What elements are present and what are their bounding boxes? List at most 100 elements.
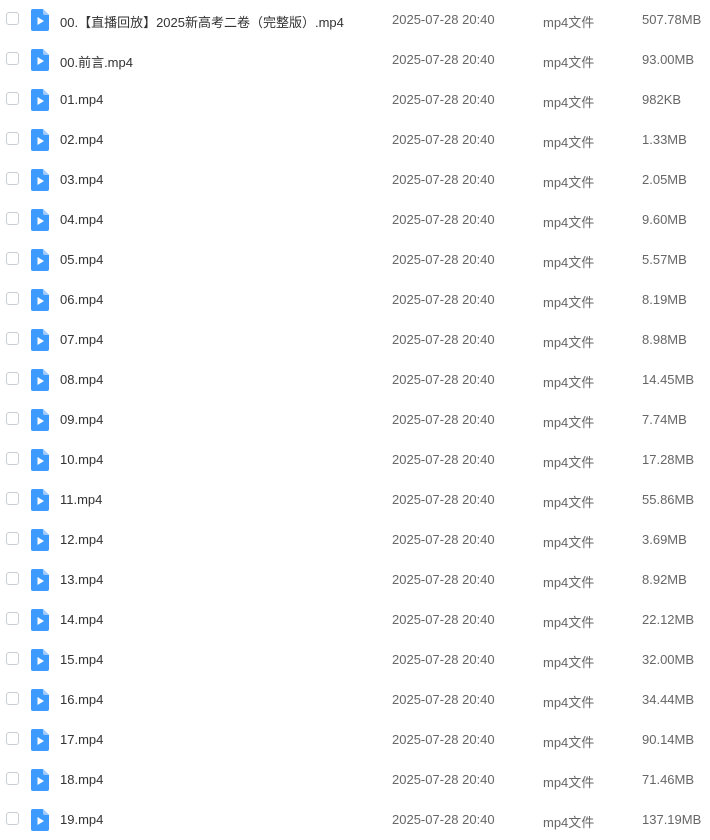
file-type: mp4文件 [543, 335, 595, 350]
file-name[interactable]: 02.mp4 [60, 132, 103, 147]
file-row[interactable]: 05.mp4 2025-07-28 20:40 mp4文件 5.57MB [0, 240, 710, 280]
file-type: mp4文件 [543, 375, 595, 390]
file-row[interactable]: 09.mp4 2025-07-28 20:40 mp4文件 7.74MB [0, 400, 710, 440]
row-checkbox[interactable] [6, 212, 19, 225]
file-name[interactable]: 00.前言.mp4 [60, 52, 133, 71]
file-row[interactable]: 03.mp4 2025-07-28 20:40 mp4文件 2.05MB [0, 160, 710, 200]
row-checkbox[interactable] [6, 52, 19, 65]
file-type: mp4文件 [543, 415, 595, 430]
file-row[interactable]: 16.mp4 2025-07-28 20:40 mp4文件 34.44MB [0, 680, 710, 720]
row-checkbox[interactable] [6, 92, 19, 105]
file-name[interactable]: 19.mp4 [60, 812, 103, 827]
row-checkbox[interactable] [6, 532, 19, 545]
row-checkbox[interactable] [6, 12, 19, 25]
file-row[interactable]: 19.mp4 2025-07-28 20:40 mp4文件 137.19MB [0, 800, 710, 840]
file-row[interactable]: 00.前言.mp4 2025-07-28 20:40 mp4文件 93.00MB [0, 40, 710, 80]
file-name[interactable]: 06.mp4 [60, 292, 103, 307]
file-size: 8.92MB [642, 572, 687, 587]
file-name[interactable]: 00.【直播回放】2025新高考二卷（完整版）.mp4 [60, 12, 344, 31]
row-checkbox[interactable] [6, 132, 19, 145]
file-row[interactable]: 15.mp4 2025-07-28 20:40 mp4文件 32.00MB [0, 640, 710, 680]
file-date: 2025-07-28 20:40 [392, 92, 495, 107]
video-file-icon [31, 769, 49, 791]
file-size: 8.98MB [642, 332, 687, 347]
file-row[interactable]: 00.【直播回放】2025新高考二卷（完整版）.mp4 2025-07-28 2… [0, 0, 710, 40]
file-date: 2025-07-28 20:40 [392, 412, 495, 427]
file-name[interactable]: 01.mp4 [60, 92, 103, 107]
file-row[interactable]: 10.mp4 2025-07-28 20:40 mp4文件 17.28MB [0, 440, 710, 480]
file-row[interactable]: 04.mp4 2025-07-28 20:40 mp4文件 9.60MB [0, 200, 710, 240]
file-name[interactable]: 12.mp4 [60, 532, 103, 547]
file-size: 55.86MB [642, 492, 695, 507]
file-size: 9.60MB [642, 212, 687, 227]
row-checkbox[interactable] [6, 172, 19, 185]
row-checkbox[interactable] [6, 372, 19, 385]
row-checkbox[interactable] [6, 772, 19, 785]
video-file-icon [31, 89, 49, 111]
file-name[interactable]: 07.mp4 [60, 332, 103, 347]
file-date: 2025-07-28 20:40 [392, 572, 495, 587]
video-file-icon [31, 209, 49, 231]
row-checkbox[interactable] [6, 452, 19, 465]
file-name[interactable]: 13.mp4 [60, 572, 103, 587]
file-date: 2025-07-28 20:40 [392, 132, 495, 147]
video-file-icon [31, 169, 49, 191]
file-name[interactable]: 10.mp4 [60, 452, 103, 467]
file-name[interactable]: 11.mp4 [60, 492, 102, 507]
video-file-icon [31, 289, 49, 311]
row-checkbox[interactable] [6, 612, 19, 625]
file-row[interactable]: 07.mp4 2025-07-28 20:40 mp4文件 8.98MB [0, 320, 710, 360]
row-checkbox[interactable] [6, 412, 19, 425]
file-row[interactable]: 02.mp4 2025-07-28 20:40 mp4文件 1.33MB [0, 120, 710, 160]
video-file-icon [31, 9, 49, 31]
file-name[interactable]: 08.mp4 [60, 372, 103, 387]
file-name[interactable]: 03.mp4 [60, 172, 103, 187]
file-row[interactable]: 17.mp4 2025-07-28 20:40 mp4文件 90.14MB [0, 720, 710, 760]
file-size: 93.00MB [642, 52, 695, 67]
row-checkbox[interactable] [6, 812, 19, 825]
file-name[interactable]: 15.mp4 [60, 652, 103, 667]
file-row[interactable]: 06.mp4 2025-07-28 20:40 mp4文件 8.19MB [0, 280, 710, 320]
file-row[interactable]: 11.mp4 2025-07-28 20:40 mp4文件 55.86MB [0, 480, 710, 520]
video-file-icon [31, 409, 49, 431]
video-file-icon [31, 729, 49, 751]
file-row[interactable]: 18.mp4 2025-07-28 20:40 mp4文件 71.46MB [0, 760, 710, 800]
row-checkbox[interactable] [6, 292, 19, 305]
row-checkbox[interactable] [6, 492, 19, 505]
file-date: 2025-07-28 20:40 [392, 52, 495, 67]
row-checkbox[interactable] [6, 732, 19, 745]
file-size: 90.14MB [642, 732, 695, 747]
row-checkbox[interactable] [6, 652, 19, 665]
video-file-icon [31, 449, 49, 471]
file-date: 2025-07-28 20:40 [392, 692, 495, 707]
file-row[interactable]: 08.mp4 2025-07-28 20:40 mp4文件 14.45MB [0, 360, 710, 400]
file-date: 2025-07-28 20:40 [392, 252, 495, 267]
file-row[interactable]: 12.mp4 2025-07-28 20:40 mp4文件 3.69MB [0, 520, 710, 560]
row-checkbox[interactable] [6, 572, 19, 585]
file-size: 32.00MB [642, 652, 695, 667]
file-name[interactable]: 17.mp4 [60, 732, 103, 747]
row-checkbox[interactable] [6, 692, 19, 705]
file-date: 2025-07-28 20:40 [392, 292, 495, 307]
file-name[interactable]: 18.mp4 [60, 772, 103, 787]
file-name[interactable]: 16.mp4 [60, 692, 103, 707]
row-checkbox[interactable] [6, 252, 19, 265]
file-name[interactable]: 09.mp4 [60, 412, 103, 427]
file-size: 22.12MB [642, 612, 695, 627]
file-row[interactable]: 01.mp4 2025-07-28 20:40 mp4文件 982KB [0, 80, 710, 120]
file-date: 2025-07-28 20:40 [392, 212, 495, 227]
file-name[interactable]: 04.mp4 [60, 212, 103, 227]
file-date: 2025-07-28 20:40 [392, 372, 495, 387]
video-file-icon [31, 689, 49, 711]
video-file-icon [31, 529, 49, 551]
file-name[interactable]: 05.mp4 [60, 252, 103, 267]
file-list: 00.【直播回放】2025新高考二卷（完整版）.mp4 2025-07-28 2… [0, 0, 710, 831]
file-name[interactable]: 14.mp4 [60, 612, 103, 627]
file-row[interactable]: 13.mp4 2025-07-28 20:40 mp4文件 8.92MB [0, 560, 710, 600]
file-row[interactable]: 14.mp4 2025-07-28 20:40 mp4文件 22.12MB [0, 600, 710, 640]
file-type: mp4文件 [543, 615, 595, 630]
file-type: mp4文件 [543, 735, 595, 750]
file-date: 2025-07-28 20:40 [392, 452, 495, 467]
file-date: 2025-07-28 20:40 [392, 732, 495, 747]
row-checkbox[interactable] [6, 332, 19, 345]
